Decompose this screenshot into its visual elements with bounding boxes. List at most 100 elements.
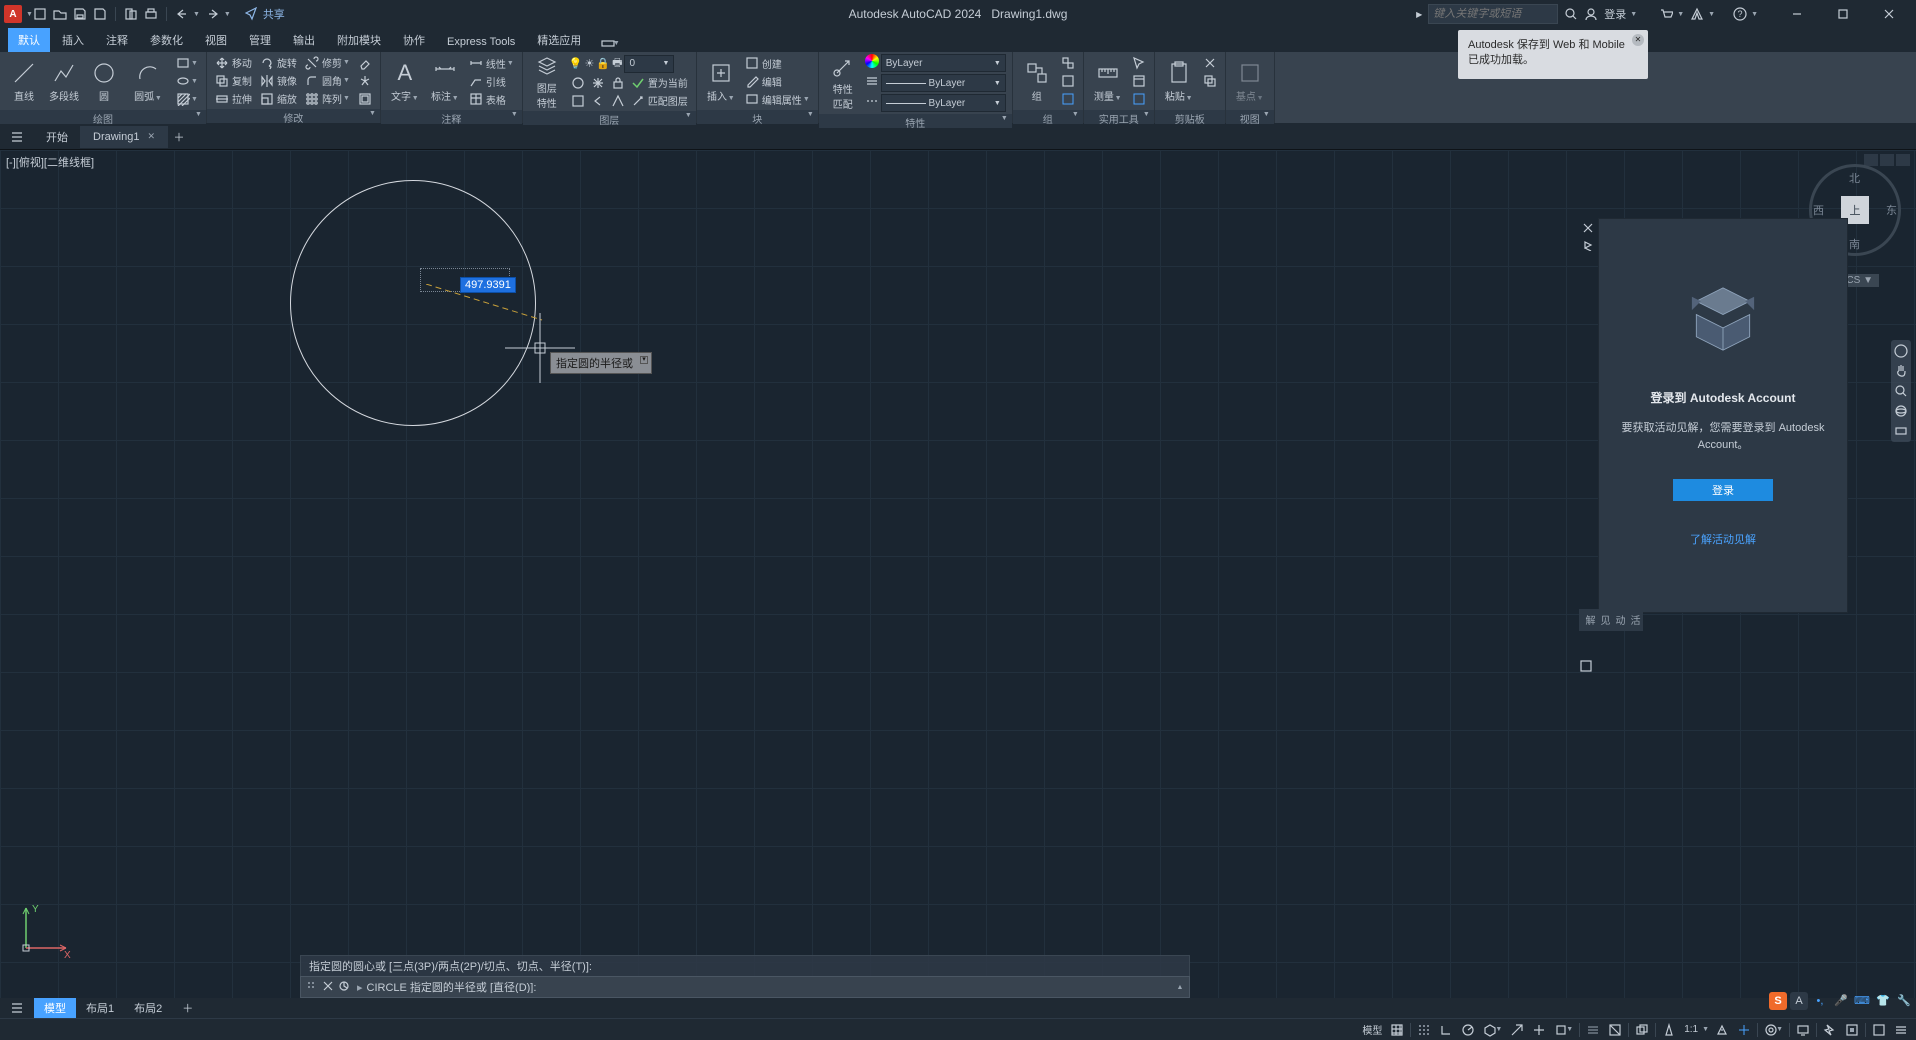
open-icon[interactable] (53, 7, 67, 21)
scale-button[interactable]: 缩放 (258, 90, 299, 107)
ortho-toggle[interactable] (1437, 1021, 1455, 1039)
web-mobile-icon[interactable] (124, 7, 138, 21)
count-button[interactable] (1130, 91, 1148, 108)
plot-icon[interactable] (144, 7, 158, 21)
tray-ime-icon[interactable]: A (1790, 992, 1808, 1010)
cmd-recent-icon[interactable] (339, 981, 351, 993)
workspace-button[interactable]: ▼ (1762, 1021, 1785, 1039)
ribbon-tab-output[interactable]: 输出 (283, 28, 325, 52)
ribbon-tab-insert[interactable]: 插入 (52, 28, 94, 52)
selection-cycle-toggle[interactable] (1633, 1021, 1651, 1039)
panel-annot-title[interactable]: 注释▼ (381, 110, 522, 124)
ribbon-tab-express[interactable]: Express Tools (437, 32, 525, 52)
layer-off-button[interactable] (569, 74, 587, 91)
nav-showmotion-icon[interactable] (1894, 424, 1908, 438)
layout-menu-button[interactable] (6, 997, 28, 1019)
vc-north[interactable]: 北 (1849, 170, 1860, 186)
command-input[interactable] (363, 981, 1171, 993)
cmd-handle-icon[interactable] (307, 981, 319, 993)
share-button[interactable]: 共享 (245, 6, 285, 22)
tray-tool-icon[interactable]: 🔧 (1895, 992, 1913, 1010)
fillet-button[interactable]: 圆角▼ (303, 72, 352, 89)
lineweight-select[interactable]: ByLayer▼ (881, 74, 1006, 92)
new-icon[interactable] (33, 7, 47, 21)
panel-draw-title[interactable]: 绘图▼ (0, 110, 206, 124)
lwdisplay-toggle[interactable] (1584, 1021, 1602, 1039)
cmd-close-icon[interactable] (323, 981, 335, 993)
drawing-canvas[interactable]: [-][俯视][二维线框] 497.9391 指定圆的半径或▾ Y X 北 南 (0, 150, 1916, 998)
panel-blocks-title[interactable]: 块▼ (697, 110, 818, 124)
vp-minimize-button[interactable] (1864, 154, 1878, 166)
monitor-button[interactable] (1794, 1021, 1812, 1039)
rotate-button[interactable]: 旋转 (258, 54, 299, 71)
help-icon[interactable]: ? (1733, 7, 1747, 21)
hardware-accel-toggle[interactable] (1821, 1021, 1839, 1039)
panel-utils-title[interactable]: 实用工具▼ (1084, 110, 1154, 124)
annoauto-toggle[interactable] (1735, 1021, 1753, 1039)
line-button[interactable]: 直线 (6, 54, 42, 108)
trim-button[interactable]: 修剪▼ (303, 54, 352, 71)
viewport-label[interactable]: [-][俯视][二维线框] (6, 154, 94, 170)
save-icon[interactable] (73, 7, 87, 21)
layer-walk-button[interactable] (609, 92, 627, 109)
add-layout-button[interactable]: ＋ (172, 998, 203, 1018)
hatch-button[interactable]: ▼ (174, 91, 200, 108)
tray-shirt-icon[interactable]: 👕 (1874, 992, 1892, 1010)
measure-button[interactable]: 测量 ▼ (1090, 54, 1126, 108)
isodraft-toggle[interactable]: ▼ (1481, 1021, 1504, 1039)
close-button[interactable] (1866, 0, 1912, 28)
paste-button[interactable]: 粘贴 ▼ (1161, 54, 1197, 108)
polar-toggle[interactable] (1459, 1021, 1477, 1039)
leader-button[interactable]: 引线 (467, 73, 516, 90)
notif-close-button[interactable]: ✕ (1632, 34, 1644, 46)
undo-icon[interactable] (175, 7, 189, 21)
nav-pan-icon[interactable] (1894, 364, 1908, 378)
status-model[interactable]: 模型 (1360, 1022, 1384, 1037)
match-props-button[interactable]: 特性 匹配 (825, 56, 861, 110)
arc-button[interactable]: 圆弧 ▼ (126, 54, 170, 108)
vp-maximize-button[interactable] (1880, 154, 1894, 166)
grid-toggle[interactable] (1388, 1021, 1406, 1039)
panel-login-button[interactable]: 登录 (1673, 479, 1773, 501)
panel-help-link[interactable]: 了解活动见解 (1690, 531, 1756, 547)
search-icon[interactable] (1564, 7, 1578, 21)
edit-block-button[interactable]: 编辑 (743, 73, 812, 90)
layer-freeze-button[interactable] (589, 74, 607, 91)
tray-sogou-icon[interactable]: S (1769, 992, 1787, 1010)
layer-properties-button[interactable]: 图层 特性 (529, 55, 565, 109)
panel-props-title[interactable]: 特性▼ (819, 114, 1012, 128)
text-button[interactable]: A文字 ▼ (387, 54, 423, 108)
customize-button[interactable] (1892, 1021, 1910, 1039)
panel-view-title[interactable]: 视图▼ (1226, 110, 1274, 124)
qcalc-button[interactable] (1130, 73, 1148, 90)
group-bb-button[interactable] (1059, 91, 1077, 108)
tray-punct-icon[interactable]: •, (1811, 992, 1829, 1010)
minimize-button[interactable] (1774, 0, 1820, 28)
maximize-button[interactable] (1820, 0, 1866, 28)
tab-drawing1[interactable]: Drawing1✕ (81, 126, 168, 148)
cmd-expand-icon[interactable]: ▲ (1171, 984, 1189, 991)
insert-button[interactable]: 插入 ▼ (703, 54, 739, 108)
app-icon[interactable]: A (4, 5, 22, 23)
copy-clip-button[interactable] (1201, 73, 1219, 90)
dimension-button[interactable]: 标注 ▼ (427, 54, 463, 108)
ungroup-button[interactable] (1059, 55, 1077, 72)
autodesk-icon[interactable] (1690, 7, 1704, 21)
annovis-toggle[interactable] (1713, 1021, 1731, 1039)
panel-tab-icon[interactable] (1579, 659, 1595, 675)
tab-model[interactable]: 模型 (34, 998, 76, 1018)
nav-wheel-icon[interactable] (1894, 344, 1908, 358)
set-current-button[interactable]: 置为当前 (629, 74, 690, 91)
color-select[interactable]: ByLayer▼ (881, 54, 1006, 72)
cut-button[interactable] (1201, 55, 1219, 72)
copy-button[interactable]: 复制 (213, 72, 254, 89)
saveas-icon[interactable] (93, 7, 107, 21)
create-block-button[interactable]: 创建 (743, 55, 812, 72)
rect-button[interactable]: ▼ (174, 55, 200, 72)
layer-prev-button[interactable] (589, 92, 607, 109)
erase-button[interactable] (356, 54, 374, 71)
nav-zoom-icon[interactable] (1894, 384, 1908, 398)
vc-east[interactable]: 东 (1886, 202, 1897, 218)
panel-modify-title[interactable]: 修改▼ (207, 109, 380, 123)
mirror-button[interactable]: 镜像 (258, 72, 299, 89)
